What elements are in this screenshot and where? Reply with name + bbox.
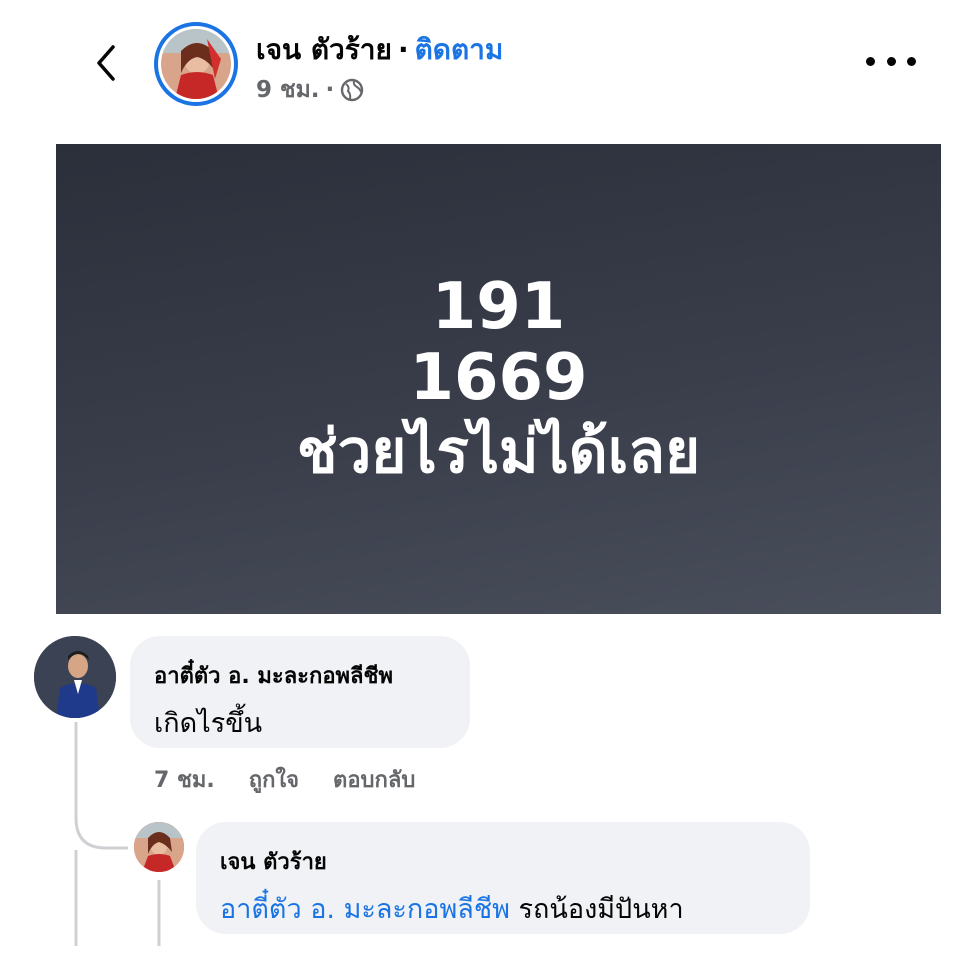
like-button[interactable]: ถูกใจ: [249, 762, 299, 797]
comment-actions: 7 ชม. ถูกใจ ตอบกลับ: [154, 762, 415, 797]
post-author-line: เจน ตัวร้าย · ติดตาม: [256, 28, 503, 72]
avatar-image: [134, 822, 184, 872]
reply-text: รถน้องมีปันหา: [518, 894, 684, 925]
reply-text-line: อาตี๋ตัว อ. มะละกอพลีชีพ รถน้องมีปันหา: [220, 887, 786, 930]
post-meta: 9 ชม. ·: [256, 72, 364, 108]
comment-time[interactable]: 7 ชม.: [154, 762, 215, 797]
chevron-left-icon: [97, 45, 115, 81]
comment-bubble[interactable]: อาตี๋ตัว อ. มะละกอพลีชีพ เกิดไรขึ้น: [130, 636, 470, 748]
more-options-button[interactable]: [866, 46, 916, 76]
reply-author[interactable]: เจน ตัวร้าย: [220, 844, 786, 879]
comment-author[interactable]: อาตี๋ตัว อ. มะละกอพลีชีพ: [154, 658, 446, 693]
follow-button[interactable]: ติดตาม: [415, 33, 504, 66]
author-avatar[interactable]: [154, 22, 238, 106]
post-line-3: ช่วยไรไม่ได้เลย: [296, 417, 701, 488]
post-line-1: 191: [431, 269, 566, 344]
comment-text: เกิดไรขึ้น: [154, 708, 263, 739]
back-button[interactable]: [84, 38, 128, 88]
avatar-image: [161, 29, 231, 99]
separator-dot: ·: [397, 33, 409, 66]
reply-button[interactable]: ตอบกลับ: [333, 762, 415, 797]
post-time[interactable]: 9 ชม.: [256, 72, 320, 108]
more-dot-icon: [866, 56, 875, 66]
avatar-image: [34, 636, 116, 718]
reply-bubble[interactable]: เจน ตัวร้าย อาตี๋ตัว อ. มะละกอพลีชีพ รถน…: [196, 822, 810, 934]
post-line-2: 1669: [409, 341, 588, 416]
meta-separator: ·: [325, 77, 335, 103]
reply-mention[interactable]: อาตี๋ตัว อ. มะละกอพลีชีพ: [220, 894, 510, 925]
post-text-card[interactable]: 191 1669 ช่วยไรไม่ได้เลย: [56, 144, 941, 614]
more-dot-icon: [907, 56, 916, 66]
commenter-avatar[interactable]: [34, 636, 116, 718]
reply-avatar[interactable]: [134, 822, 184, 872]
globe-icon: [341, 78, 364, 102]
more-dot-icon: [886, 56, 896, 66]
author-name[interactable]: เจน ตัวร้าย: [256, 33, 392, 66]
